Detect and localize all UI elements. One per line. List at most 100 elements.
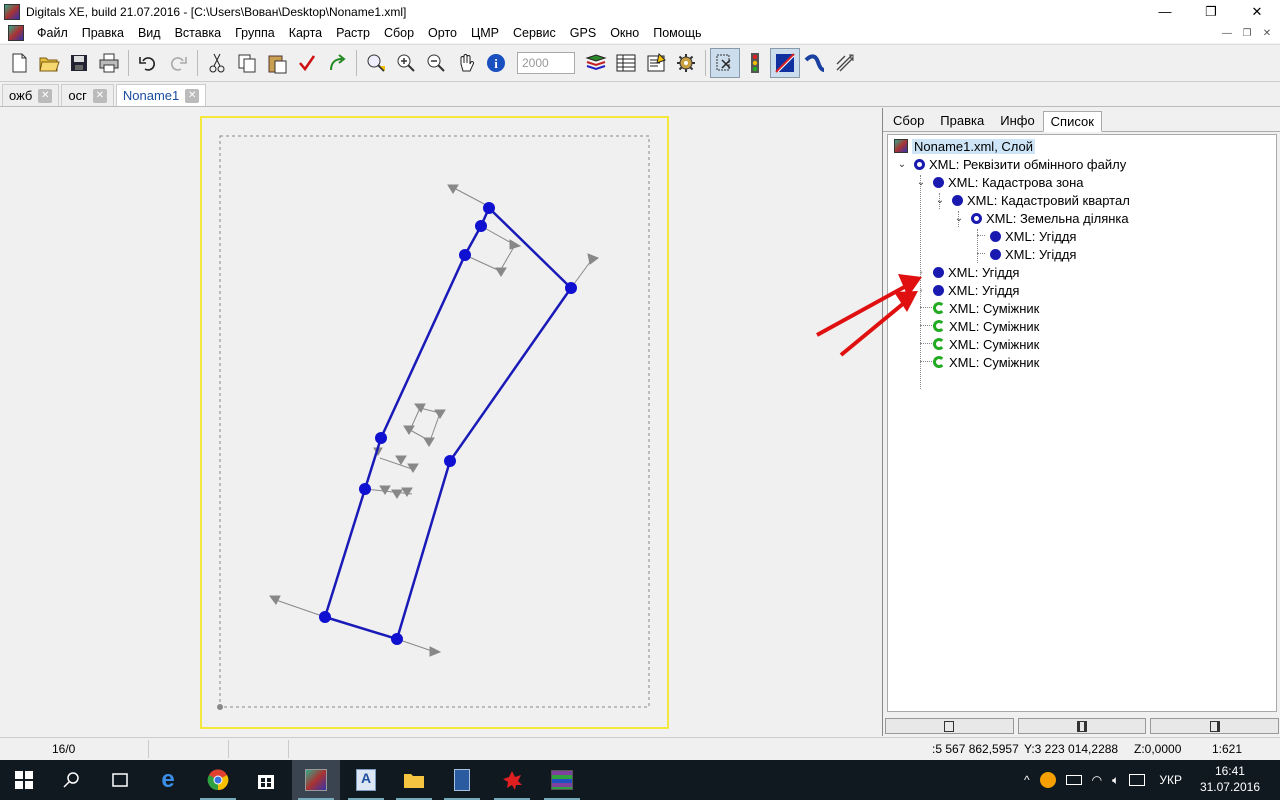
zoom-to-button[interactable] bbox=[361, 48, 391, 78]
taskbar-edge[interactable]: e bbox=[144, 760, 192, 800]
doc-tab-ozhb[interactable]: ожб ✕ bbox=[2, 84, 60, 106]
vertex[interactable] bbox=[319, 611, 331, 623]
parcel-vertices[interactable] bbox=[319, 202, 577, 645]
layers-button[interactable] bbox=[581, 48, 611, 78]
vertex[interactable] bbox=[359, 483, 371, 495]
taskbar-red-app[interactable] bbox=[488, 760, 536, 800]
taskbar-explorer[interactable] bbox=[390, 760, 438, 800]
volume-icon[interactable]: 🔈︎ bbox=[1112, 773, 1119, 788]
menu-map[interactable]: Карта bbox=[282, 26, 329, 40]
undo-button[interactable] bbox=[133, 48, 163, 78]
menu-raster[interactable]: Растр bbox=[329, 26, 377, 40]
taskbar-book[interactable] bbox=[438, 760, 486, 800]
mdi-minimize-button[interactable]: — bbox=[1218, 25, 1236, 41]
form-button[interactable] bbox=[641, 48, 671, 78]
vertex[interactable] bbox=[459, 249, 471, 261]
table-button[interactable] bbox=[611, 48, 641, 78]
taskbar-store[interactable] bbox=[242, 760, 290, 800]
clock[interactable]: 16:41 31.07.2016 bbox=[1200, 763, 1260, 795]
tree-node[interactable]: ⌄ XML: Реквізити обмінного файлу bbox=[896, 155, 1126, 173]
vertex[interactable] bbox=[391, 633, 403, 645]
copy-button[interactable] bbox=[232, 48, 262, 78]
tree-node[interactable]: XML: Угіддя bbox=[990, 227, 1076, 245]
menu-help[interactable]: Помощь bbox=[646, 26, 708, 40]
close-tab-icon[interactable]: ✕ bbox=[92, 88, 107, 103]
menu-collect[interactable]: Сбор bbox=[377, 26, 421, 40]
close-tab-icon[interactable]: ✕ bbox=[185, 88, 200, 103]
tab-info[interactable]: Инфо bbox=[992, 110, 1042, 131]
layout-single-button[interactable] bbox=[885, 718, 1014, 734]
vertex[interactable] bbox=[475, 220, 487, 232]
chevron-down-icon[interactable]: ⌄ bbox=[896, 159, 908, 170]
app-icon[interactable] bbox=[4, 3, 20, 20]
menu-ortho[interactable]: Орто bbox=[421, 26, 464, 40]
cut-button[interactable] bbox=[202, 48, 232, 78]
taskbar-app-a[interactable]: A bbox=[342, 760, 390, 800]
tree-node[interactable]: XML: Суміжник bbox=[933, 353, 1039, 371]
open-button[interactable] bbox=[34, 48, 64, 78]
draw-tool-button[interactable] bbox=[770, 48, 800, 78]
close-button[interactable]: ✕ bbox=[1234, 0, 1280, 23]
menu-group[interactable]: Группа bbox=[228, 26, 282, 40]
menu-service[interactable]: Сервис bbox=[506, 26, 563, 40]
chevron-down-icon[interactable]: ⌄ bbox=[934, 195, 946, 206]
forward-button[interactable] bbox=[322, 48, 352, 78]
doc-tab-noname1[interactable]: Noname1 ✕ bbox=[115, 84, 207, 106]
wifi-icon[interactable]: ◠ bbox=[1092, 773, 1102, 787]
tree-node[interactable]: ⌄ XML: Земельна ділянка bbox=[953, 209, 1129, 227]
menu-window[interactable]: Окно bbox=[603, 26, 646, 40]
vertex[interactable] bbox=[565, 282, 577, 294]
tree-node[interactable]: XML: Суміжник bbox=[933, 335, 1039, 353]
chevron-down-icon[interactable]: ⌄ bbox=[953, 213, 965, 224]
pan-button[interactable] bbox=[451, 48, 481, 78]
language-indicator[interactable]: УКР bbox=[1159, 773, 1182, 787]
menu-view[interactable]: Вид bbox=[131, 26, 168, 40]
task-view-button[interactable] bbox=[96, 760, 144, 800]
vector-tool-button[interactable] bbox=[830, 48, 860, 78]
tray-app-icon[interactable] bbox=[1039, 772, 1056, 788]
check-button[interactable] bbox=[292, 48, 322, 78]
chevron-up-icon[interactable]: ^ bbox=[1024, 773, 1030, 787]
taskbar-chrome[interactable] bbox=[194, 760, 242, 800]
layout-split-button[interactable] bbox=[1017, 718, 1147, 734]
tab-collect[interactable]: Сбор bbox=[885, 110, 932, 131]
zoom-in-button[interactable] bbox=[391, 48, 421, 78]
object-tree[interactable]: Noname1.xml, Слой ⌄ XML: Реквізити обмінн… bbox=[887, 134, 1277, 712]
curve-tool-button[interactable] bbox=[800, 48, 830, 78]
tree-node[interactable]: ⌄ XML: Кадастровий квартал bbox=[934, 191, 1130, 209]
paste-button[interactable] bbox=[262, 48, 292, 78]
start-button[interactable] bbox=[0, 760, 48, 800]
tab-edit[interactable]: Правка bbox=[932, 110, 992, 131]
chevron-down-icon[interactable]: ⌄ bbox=[915, 177, 927, 188]
redo-button[interactable] bbox=[163, 48, 193, 78]
tree-node[interactable]: XML: Угіддя bbox=[990, 245, 1076, 263]
save-button[interactable] bbox=[64, 48, 94, 78]
map-drawing[interactable] bbox=[0, 108, 880, 736]
scale-input[interactable] bbox=[517, 52, 575, 74]
info-button[interactable]: i bbox=[481, 48, 511, 78]
tree-node[interactable]: ⌄ XML: Кадастрова зона bbox=[915, 173, 1084, 191]
menu-gps[interactable]: GPS bbox=[563, 26, 603, 40]
tree-root[interactable]: Noname1.xml, Слой bbox=[894, 137, 1036, 155]
mdi-close-button[interactable]: ✕ bbox=[1258, 25, 1276, 41]
new-button[interactable] bbox=[4, 48, 34, 78]
close-tab-icon[interactable]: ✕ bbox=[38, 88, 53, 103]
vertex[interactable] bbox=[483, 202, 495, 214]
menu-insert[interactable]: Вставка bbox=[168, 26, 228, 40]
document-icon[interactable] bbox=[8, 25, 24, 41]
menu-edit[interactable]: Правка bbox=[75, 26, 131, 40]
mdi-restore-button[interactable]: ❐ bbox=[1238, 25, 1256, 41]
traffic-light-button[interactable] bbox=[740, 48, 770, 78]
menu-file[interactable]: Файл bbox=[30, 26, 75, 40]
minimize-button[interactable]: — bbox=[1142, 0, 1188, 23]
taskbar-archive[interactable] bbox=[538, 760, 586, 800]
restore-button[interactable]: ❐ bbox=[1188, 0, 1234, 23]
select-tool-button[interactable] bbox=[710, 48, 740, 78]
map-canvas[interactable] bbox=[0, 108, 880, 736]
tab-list[interactable]: Список bbox=[1042, 111, 1102, 132]
battery-icon[interactable] bbox=[1065, 775, 1082, 785]
menu-dem[interactable]: ЦМР bbox=[464, 26, 506, 40]
parcel-polygon[interactable] bbox=[323, 205, 573, 641]
notification-icon[interactable] bbox=[1129, 774, 1146, 786]
settings-button[interactable] bbox=[671, 48, 701, 78]
